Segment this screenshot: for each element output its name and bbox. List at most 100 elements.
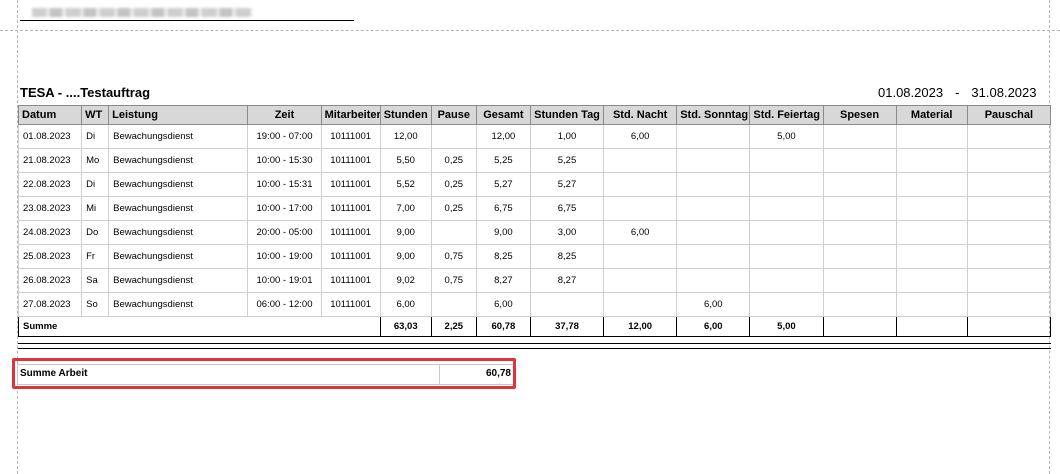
table-cell-wt: Di	[81, 124, 110, 149]
table-cell-datum: 01.08.2023	[17, 124, 83, 149]
sum-spesen	[822, 316, 897, 337]
table-cell-gesamt: 5,25	[475, 148, 531, 173]
table-cell-pause: 0,25	[430, 196, 477, 221]
table-cell-stunden-tag: 3,00	[529, 220, 605, 245]
sum-stunden-tag: 37,78	[529, 316, 605, 337]
table-cell-stunden: 12,00	[379, 124, 432, 149]
table-cell-leistung: Bewachungsdienst	[108, 244, 249, 269]
col-header-datum: Datum	[17, 105, 83, 125]
table-cell-mitarbeiter: 10111001	[320, 244, 381, 269]
sum-pause: 2,25	[430, 316, 477, 337]
table-bottom-rule-double	[18, 348, 1051, 349]
table-cell-pause	[430, 220, 477, 245]
table-cell-std-nacht: 6,00	[603, 220, 678, 245]
table-cell-wt: Fr	[81, 244, 110, 269]
sum-stunden: 63,03	[379, 316, 432, 337]
table-cell-pauschal	[966, 244, 1052, 269]
table-cell-material	[895, 124, 968, 149]
table-cell-material	[895, 196, 968, 221]
table-cell-std-sonntag	[676, 268, 751, 293]
table-cell-material	[895, 244, 968, 269]
col-header-leistung: Leistung	[108, 105, 249, 125]
table-cell-mitarbeiter: 10111001	[320, 172, 381, 197]
table-cell-stunden: 9,00	[379, 220, 432, 245]
date-from: 01.08.2023	[878, 85, 944, 100]
table-cell-std-sonntag: 6,00	[676, 292, 751, 317]
col-header-pause: Pause	[430, 105, 477, 125]
col-header-zeit: Zeit	[247, 105, 322, 125]
col-header-stunden-tag: Stunden Tag	[529, 105, 605, 125]
table-cell-stunden: 7,00	[379, 196, 432, 221]
table-cell-std-feiertag	[749, 220, 824, 245]
table-cell-gesamt: 8,27	[475, 268, 531, 293]
table-row: 25.08.2023 Fr Bewachungsdienst 10:00 - 19:0…	[17, 244, 1052, 269]
table-cell-material	[895, 268, 968, 293]
table-cell-pause	[430, 124, 477, 149]
col-header-std-nacht: Std. Nacht	[603, 105, 678, 125]
table-row: 24.08.2023 Do Bewachungsdienst 20:00 - 05:0…	[17, 220, 1052, 245]
table-cell-pauschal	[966, 268, 1052, 293]
table-cell-pause: 0,25	[430, 172, 477, 197]
table-row: 21.08.2023 Mo Bewachungsdienst 10:00 - 15:3…	[17, 148, 1052, 173]
col-header-wt: WT	[81, 105, 110, 125]
table-cell-std-feiertag: 5,00	[749, 124, 824, 149]
sum-gesamt: 60,78	[475, 316, 531, 337]
table-cell-spesen	[822, 244, 897, 269]
table-cell-pause: 0,75	[430, 244, 477, 269]
table-cell-std-feiertag	[749, 172, 824, 197]
col-header-mitarbeiter: Mitarbeiter	[320, 105, 381, 125]
table-cell-stunden-tag: 8,27	[529, 268, 605, 293]
table-cell-std-sonntag	[676, 124, 751, 149]
table-cell-spesen	[822, 124, 897, 149]
table-cell-pause: 0,75	[430, 268, 477, 293]
table-cell-stunden-tag: 5,25	[529, 148, 605, 173]
col-header-pauschal: Pauschal	[966, 105, 1052, 125]
table-cell-std-feiertag	[749, 148, 824, 173]
table-cell-zeit: 10:00 - 15:31	[247, 172, 322, 197]
table-row: 01.08.2023 Di Bewachungsdienst 19:00 - 07:0…	[17, 124, 1052, 149]
table-cell-std-feiertag	[749, 244, 824, 269]
table-cell-wt: Sa	[81, 268, 110, 293]
table-cell-stunden: 6,00	[379, 292, 432, 317]
table-cell-std-sonntag	[676, 220, 751, 245]
table-row: 26.08.2023 Sa Bewachungsdienst 10:00 - 19:0…	[17, 268, 1052, 293]
table-cell-pauschal	[966, 148, 1052, 173]
table-cell-leistung: Bewachungsdienst	[108, 148, 249, 173]
table-cell-material	[895, 172, 968, 197]
sum-row: Summe 63,03 2,25 60,78 37,78 12,00 6,00 …	[18, 316, 1052, 337]
header-underline	[20, 20, 354, 21]
table-cell-spesen	[822, 148, 897, 173]
table-cell-material	[895, 292, 968, 317]
table-cell-std-nacht	[603, 196, 678, 221]
table-cell-spesen	[822, 172, 897, 197]
table-cell-gesamt: 6,75	[475, 196, 531, 221]
table-cell-stunden-tag	[529, 292, 605, 317]
blurred-header-text	[32, 8, 252, 17]
table-cell-pause: 0,25	[430, 148, 477, 173]
table-cell-material	[895, 220, 968, 245]
table-cell-zeit: 10:00 - 19:01	[247, 268, 322, 293]
table-cell-leistung: Bewachungsdienst	[108, 196, 249, 221]
table-cell-std-sonntag	[676, 172, 751, 197]
table-cell-std-sonntag	[676, 244, 751, 269]
table-cell-stunden-tag: 8,25	[529, 244, 605, 269]
table-cell-std-sonntag	[676, 148, 751, 173]
table-cell-datum: 27.08.2023	[17, 292, 83, 317]
table-cell-std-nacht	[603, 292, 678, 317]
table-cell-stunden: 5,50	[379, 148, 432, 173]
table-cell-mitarbeiter: 10111001	[320, 124, 381, 149]
table-cell-zeit: 10:00 - 19:00	[247, 244, 322, 269]
table-bottom-rule	[18, 343, 1051, 344]
table-cell-mitarbeiter: 10111001	[320, 220, 381, 245]
table-cell-wt: Mi	[81, 196, 110, 221]
sum-label: Summe	[18, 316, 381, 337]
sum-material	[895, 316, 968, 337]
table-cell-spesen	[822, 268, 897, 293]
table-row: 23.08.2023 Mi Bewachungsdienst 10:00 - 17:0…	[17, 196, 1052, 221]
table-cell-std-feiertag	[749, 292, 824, 317]
table-row: 27.08.2023 So Bewachungsdienst 06:00 - 12:0…	[17, 292, 1052, 317]
table-cell-zeit: 10:00 - 15:30	[247, 148, 322, 173]
table-cell-stunden: 9,02	[379, 268, 432, 293]
table-cell-stunden: 5,52	[379, 172, 432, 197]
table-cell-std-nacht	[603, 268, 678, 293]
